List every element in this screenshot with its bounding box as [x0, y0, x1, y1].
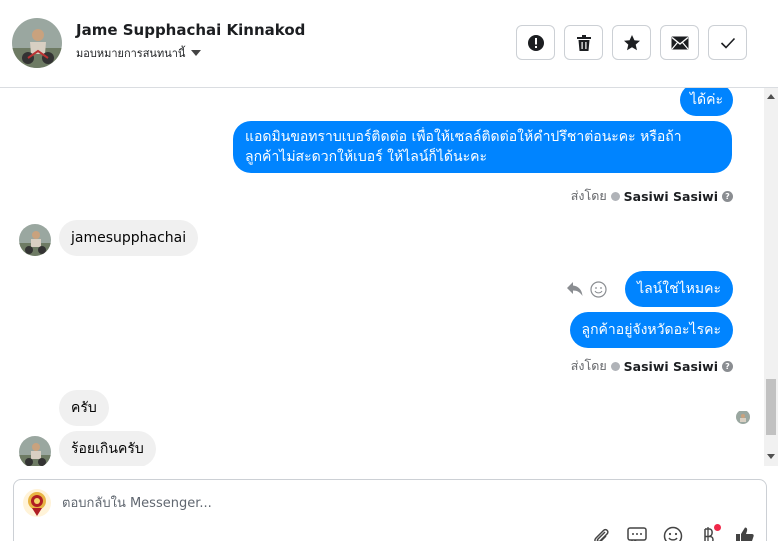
- sent-by-line: ส่งโดย Sasiwi Sasiwi ?: [571, 356, 733, 376]
- message-text: ลูกค้าอยู่จังหวัดอะไรคะ: [581, 322, 722, 338]
- report-button[interactable]: [516, 25, 555, 60]
- message-text: ครับ: [71, 400, 97, 416]
- incoming-message[interactable]: ครับ: [59, 390, 109, 426]
- outgoing-message[interactable]: ลูกค้าอยู่จังหวัดอะไรคะ: [569, 312, 733, 348]
- attach-button[interactable]: [590, 526, 612, 541]
- assign-conversation-dropdown[interactable]: มอบหมายการสนทนานี้: [76, 44, 202, 62]
- mark-unread-button[interactable]: [660, 25, 699, 60]
- sent-check-icon: [610, 191, 620, 201]
- outgoing-message[interactable]: แอดมินขอทราบเบอร์ติดต่อ เพื่อให้เซลล์ติด…: [233, 121, 732, 173]
- help-icon[interactable]: ?: [722, 190, 733, 202]
- envelope-icon: [671, 36, 688, 49]
- message-text: ไลน์ใช่ไหมคะ: [637, 281, 721, 297]
- exclamation-icon: [527, 34, 544, 51]
- sender-name[interactable]: Sasiwi Sasiwi: [624, 359, 718, 374]
- sent-by-label: ส่งโดย: [570, 188, 607, 203]
- composer-tools: [590, 524, 756, 541]
- sent-check-icon: [610, 361, 620, 371]
- message-text: แอดมินขอทราบเบอร์ติดต่อ เพื่อให้เซลล์ติด…: [245, 129, 682, 145]
- seen-indicator-avatar: [736, 410, 750, 424]
- message-text: ลูกค้าไม่สะดวกให้เบอร์ ให้ไลน์ก็ได้นะคะ: [245, 149, 487, 165]
- reply-input[interactable]: [62, 493, 662, 513]
- scroll-up-arrow-icon[interactable]: [767, 94, 775, 99]
- chat-bubble-icon: [627, 527, 647, 541]
- saved-replies-button[interactable]: [626, 526, 648, 541]
- scroll-down-arrow-icon[interactable]: [767, 454, 775, 459]
- emoji-button[interactable]: [662, 526, 684, 541]
- thread-scrollbar[interactable]: [764, 88, 778, 466]
- message-text: ได้ค่ะ: [689, 92, 723, 108]
- check-icon: [720, 37, 735, 49]
- sent-by-line: ส่งโดย Sasiwi Sasiwi ?: [571, 186, 733, 206]
- scrollbar-thumb[interactable]: [766, 379, 776, 435]
- page-avatar: [23, 489, 51, 517]
- mark-done-button[interactable]: [708, 25, 747, 60]
- message-text: jamesupphachai: [71, 230, 187, 246]
- outgoing-message[interactable]: ได้ค่ะ: [679, 88, 733, 116]
- trash-icon: [576, 34, 591, 51]
- star-icon: [623, 34, 640, 50]
- contact-mini-avatar[interactable]: [19, 224, 51, 256]
- reply-icon[interactable]: [566, 281, 584, 297]
- delete-button[interactable]: [564, 25, 603, 60]
- conversation-actions: [516, 25, 747, 60]
- help-icon[interactable]: ?: [722, 360, 733, 372]
- incoming-message[interactable]: ร้อยเกินครับ: [59, 431, 156, 466]
- contact-avatar[interactable]: [12, 18, 62, 68]
- star-button[interactable]: [612, 25, 651, 60]
- notification-dot: [714, 524, 721, 531]
- assign-label: มอบหมายการสนทนานี้: [76, 47, 186, 60]
- message-thread: ได้ค่ะ แอดมินขอทราบเบอร์ติดต่อ เพื่อให้เ…: [0, 88, 764, 466]
- outgoing-message[interactable]: ไลน์ใช่ไหมคะ: [625, 271, 733, 307]
- thumbs-up-icon: [736, 527, 754, 541]
- incoming-message[interactable]: jamesupphachai: [59, 220, 199, 256]
- smiley-icon: [663, 526, 683, 541]
- message-text: ร้อยเกินครับ: [71, 441, 144, 457]
- paperclip-icon: [594, 528, 609, 541]
- sent-by-label: ส่งโดย: [570, 358, 607, 373]
- contact-name[interactable]: Jame Supphachai Kinnakod: [76, 21, 305, 39]
- conversation-header: Jame Supphachai Kinnakod มอบหมายการสนทนา…: [0, 0, 778, 88]
- sender-name[interactable]: Sasiwi Sasiwi: [624, 189, 718, 204]
- react-emoji-icon[interactable]: [590, 281, 607, 298]
- payment-button[interactable]: [698, 524, 721, 541]
- contact-mini-avatar[interactable]: [19, 436, 51, 466]
- reply-composer: [13, 479, 767, 541]
- caret-down-icon: [191, 50, 202, 56]
- like-button[interactable]: [734, 526, 756, 541]
